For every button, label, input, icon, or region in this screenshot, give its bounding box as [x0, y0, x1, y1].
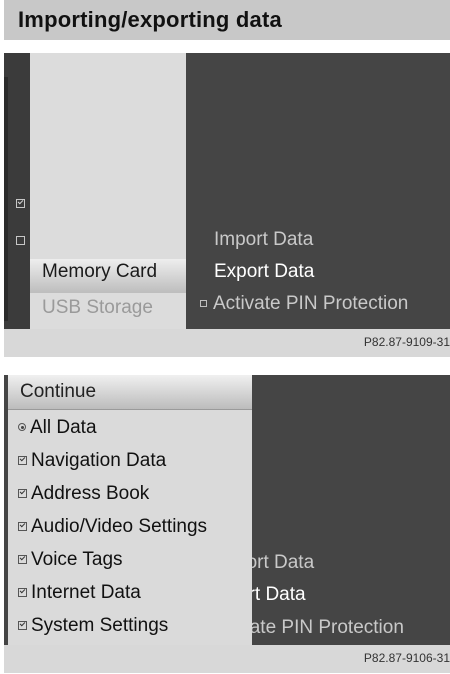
menu-item-label: Internet Data	[31, 582, 141, 603]
checkbox-empty-icon	[200, 300, 207, 307]
section-title-bar: Importing/exporting data	[4, 0, 450, 40]
page-title: Importing/exporting data	[18, 7, 282, 32]
screen-data-selection: port Data ort Data ivate PIN Protection …	[4, 375, 450, 645]
menu-item-label: Voice Tags	[31, 549, 123, 570]
checkbox-checked-icon	[18, 555, 27, 564]
checkbox-checked-icon	[16, 199, 25, 208]
data-selection-menu: Continue All Data Navigation Data Addres…	[8, 375, 252, 645]
menu-item-label: System Settings	[31, 615, 169, 636]
background-pin-label: ivate PIN Protection	[236, 617, 404, 638]
activate-pin-option[interactable]: Activate PIN Protection	[200, 293, 408, 315]
menu-item-label: All Data	[30, 417, 97, 438]
activate-pin-label: Activate PIN Protection	[213, 293, 409, 314]
radio-selected-icon	[18, 423, 26, 431]
checkbox-checked-icon	[18, 456, 27, 465]
checkbox-checked-icon	[18, 522, 27, 531]
checkbox-empty-icon	[16, 236, 25, 245]
left-edge-strip	[4, 53, 30, 329]
import-data-option[interactable]: Import Data	[214, 229, 313, 251]
export-data-option[interactable]: Export Data	[214, 261, 314, 283]
figure-code-2: P82.87-9106-31	[363, 651, 450, 665]
continue-label: Continue	[20, 381, 97, 402]
left-edge-bar	[4, 77, 8, 321]
menu-item-audio-video-settings[interactable]: Audio/Video Settings	[18, 516, 207, 538]
menu-item-label: Audio/Video Settings	[31, 516, 208, 537]
figure-code-bar-2: P82.87-9106-31	[4, 645, 450, 673]
memory-card-option[interactable]: Memory Card	[42, 261, 157, 283]
usb-storage-option[interactable]: USB Storage	[42, 297, 153, 319]
figure-code-bar: P82.87-9109-31	[4, 329, 450, 357]
menu-item-all-data[interactable]: All Data	[18, 417, 97, 439]
figure-code: P82.87-9109-31	[363, 335, 450, 349]
menu-item-navigation-data[interactable]: Navigation Data	[18, 450, 166, 472]
checkbox-checked-icon	[18, 489, 27, 498]
menu-item-address-book[interactable]: Address Book	[18, 483, 149, 505]
menu-item-label: Address Book	[31, 483, 150, 504]
menu-item-system-settings[interactable]: System Settings	[18, 615, 168, 637]
continue-button[interactable]: Continue	[8, 375, 252, 410]
checkbox-checked-icon	[18, 621, 27, 630]
menu-item-voice-tags[interactable]: Voice Tags	[18, 549, 123, 571]
menu-item-label: Navigation Data	[31, 450, 167, 471]
screen-export-menu: Memory Card USB Storage Import Data Expo…	[4, 53, 450, 329]
checkbox-checked-icon	[18, 588, 27, 597]
menu-item-internet-data[interactable]: Internet Data	[18, 582, 141, 604]
